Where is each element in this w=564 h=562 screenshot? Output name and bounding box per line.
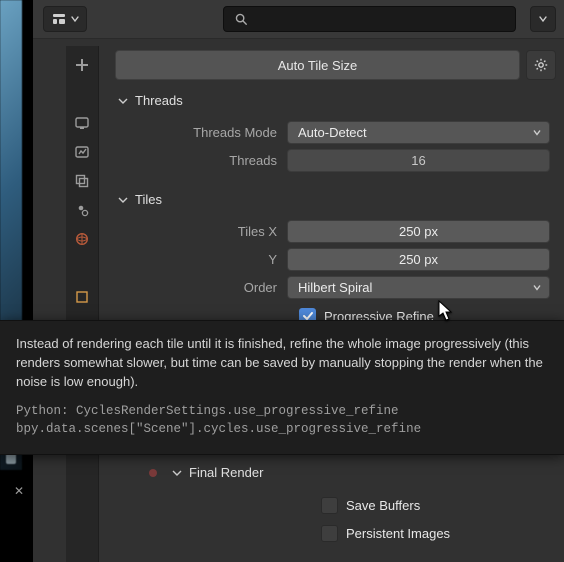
tiles-order-dropdown[interactable]: Hilbert Spiral — [287, 276, 550, 299]
search-input[interactable] — [223, 6, 516, 32]
properties-editor: Auto Tile Size Threads Threads Mode — [33, 0, 564, 562]
persistent-images-row[interactable]: Persistent Images — [321, 521, 558, 545]
persistent-images-checkbox[interactable] — [321, 525, 338, 542]
properties-content: Auto Tile Size Threads Threads Mode — [99, 46, 564, 562]
tiles-y-label: Y — [117, 252, 287, 267]
tiles-y-field[interactable]: 250 px — [287, 248, 550, 271]
section-tiles: Tiles Tiles X 250 px Y 250 px Order — [105, 183, 558, 338]
tab-world-icon[interactable] — [69, 226, 95, 252]
panel-settings-button[interactable] — [526, 50, 556, 80]
tiles-order-label: Order — [117, 280, 287, 295]
section-threads: Threads Threads Mode Auto-Detect Thr — [105, 84, 558, 183]
tooltip: Instead of rendering each tile until it … — [0, 320, 564, 455]
tiles-order-value: Hilbert Spiral — [298, 280, 372, 295]
save-buffers-checkbox[interactable] — [321, 497, 338, 514]
section-tiles-header[interactable]: Tiles — [117, 187, 558, 212]
tab-object-icon[interactable] — [69, 284, 95, 310]
section-tiles-title: Tiles — [135, 192, 162, 207]
save-buffers-label: Save Buffers — [346, 498, 420, 513]
options-pulldown[interactable] — [530, 6, 556, 32]
chevron-down-icon — [171, 467, 183, 479]
tab-output-icon[interactable] — [69, 139, 95, 165]
tiles-x-value: 250 px — [399, 224, 438, 239]
section-viewport: Viewport — [105, 555, 558, 562]
section-final-render: Final Render Save Buffers Persistent Ima… — [105, 456, 558, 555]
threads-mode-label: Threads Mode — [117, 125, 287, 140]
tooltip-python-line1: Python: CyclesRenderSettings.use_progres… — [16, 402, 548, 420]
section-final-render-title: Final Render — [189, 465, 263, 480]
editor-header — [33, 0, 564, 39]
section-threads-header[interactable]: Threads — [117, 88, 558, 113]
threads-count-label: Threads — [117, 153, 287, 168]
threads-mode-value: Auto-Detect — [298, 125, 367, 140]
save-buffers-row[interactable]: Save Buffers — [321, 493, 558, 517]
tooltip-body: Instead of rendering each tile until it … — [16, 335, 548, 392]
tiles-y-value: 250 px — [399, 252, 438, 267]
close-icon[interactable]: ✕ — [14, 484, 24, 498]
auto-tile-size-button[interactable]: Auto Tile Size — [115, 50, 520, 80]
section-threads-title: Threads — [135, 93, 183, 108]
threads-mode-dropdown[interactable]: Auto-Detect — [287, 121, 550, 144]
tooltip-python-line2: bpy.data.scenes["Scene"].cycles.use_prog… — [16, 420, 548, 438]
chevron-down-icon — [117, 95, 129, 107]
threads-count-field[interactable]: 16 — [287, 149, 550, 172]
properties-tabs — [66, 46, 99, 562]
tab-tool-icon[interactable] — [69, 52, 95, 78]
persistent-images-label: Persistent Images — [346, 526, 450, 541]
chevron-down-icon — [533, 280, 541, 295]
tiles-x-field[interactable]: 250 px — [287, 220, 550, 243]
section-final-render-header[interactable]: Final Render — [149, 460, 558, 485]
editor-type-pulldown[interactable] — [43, 6, 87, 32]
threads-count-value: 16 — [411, 153, 425, 168]
chevron-down-icon — [117, 194, 129, 206]
tab-viewlayer-icon[interactable] — [69, 168, 95, 194]
tab-scene-icon[interactable] — [69, 197, 95, 223]
tab-render-icon[interactable] — [69, 110, 95, 136]
tiles-x-label: Tiles X — [117, 224, 287, 239]
auto-tile-size-label: Auto Tile Size — [278, 58, 358, 73]
chevron-down-icon — [533, 125, 541, 140]
